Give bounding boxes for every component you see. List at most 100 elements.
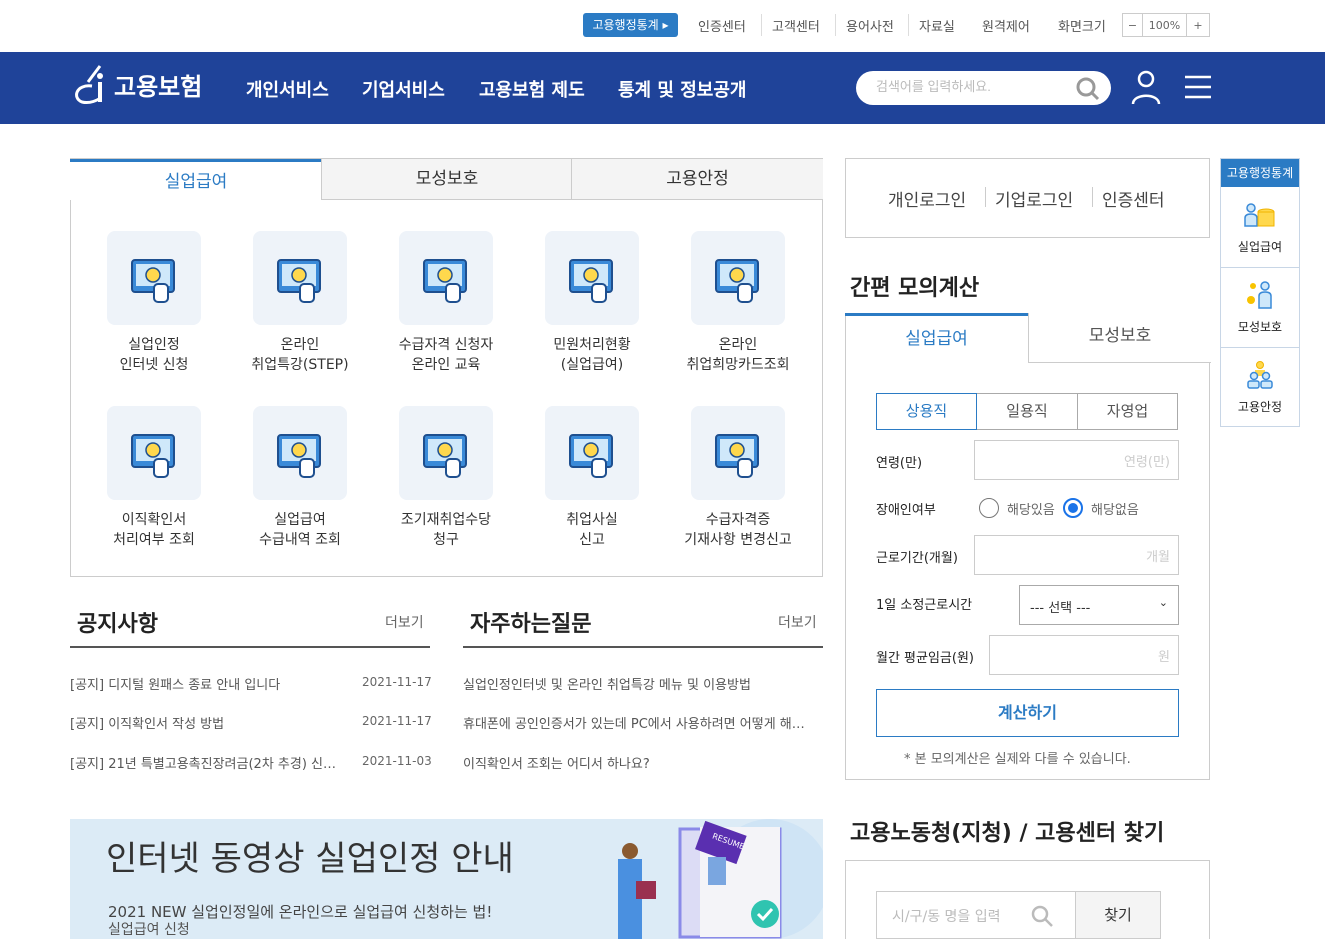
- service-item[interactable]: 취업사실 신고: [522, 406, 662, 550]
- radio-yes[interactable]: [979, 498, 999, 518]
- quick-sidebar: 고용행정통계 실업급여 모성보호 고용안정: [1220, 158, 1300, 427]
- zoom-in-button[interactable]: +: [1187, 14, 1209, 36]
- folder-doc-icon: [545, 231, 639, 325]
- service-item[interactable]: 이직확인서처리여부 조회: [84, 406, 224, 550]
- documents-icon: [107, 406, 201, 500]
- service-label-line1: 실업급여: [274, 512, 326, 528]
- side-item-label: 고용안정: [1237, 400, 1283, 414]
- service-label-line1: 온라인: [718, 337, 758, 353]
- side-item-maternity[interactable]: 모성보호: [1221, 267, 1299, 347]
- service-item[interactable]: 수급자격증 기재사항 변경신고: [668, 406, 808, 550]
- business-login-link[interactable]: 기업로그인: [995, 186, 1073, 211]
- service-item[interactable]: 수급자격 신청자 온라인 교육: [376, 231, 516, 375]
- subtab-daily[interactable]: 일용직: [977, 393, 1078, 430]
- divider: [1092, 187, 1093, 207]
- logo-text: 고용보험: [114, 72, 203, 101]
- hand-money-icon: [399, 406, 493, 500]
- divider: [908, 14, 909, 36]
- link-archive[interactable]: 자료실: [919, 16, 955, 35]
- link-remote-control[interactable]: 원격제어: [982, 16, 1030, 35]
- tab-unemployment[interactable]: 실업급여: [70, 159, 322, 200]
- cert-center-link[interactable]: 인증센터: [1102, 186, 1165, 211]
- notice-item[interactable]: [공지] 디지털 원패스 종료 안내 입니다: [70, 674, 350, 693]
- search-box: [856, 71, 1111, 105]
- mother-heart-icon: [1247, 281, 1272, 309]
- banner-sub2: 실업급여 신청: [108, 922, 190, 938]
- faq-more-link[interactable]: 더보기: [778, 612, 817, 632]
- faq-item[interactable]: 이직확인서 조회는 어디서 하나요?: [463, 753, 818, 772]
- person-coins-icon: [1244, 202, 1275, 227]
- calculate-button[interactable]: 계산하기: [876, 689, 1179, 737]
- employment-stats-button[interactable]: 고용행정통계 ▸: [583, 13, 678, 37]
- card-icon: [691, 231, 785, 325]
- user-icon[interactable]: [1130, 69, 1162, 105]
- wage-input[interactable]: 원: [989, 635, 1179, 675]
- side-item-stability[interactable]: 고용안정: [1221, 347, 1299, 427]
- menu-business[interactable]: 기업서비스: [362, 76, 445, 102]
- side-item-unemployment[interactable]: 실업급여: [1221, 187, 1299, 267]
- service-label-line1: 이직확인서: [121, 512, 187, 528]
- hours-label: 1일 소정근로시간: [876, 598, 973, 613]
- notice-date: 2021-11-03: [362, 754, 432, 768]
- login-box: 개인로그인 기업로그인 인증센터: [845, 158, 1210, 238]
- period-input[interactable]: 개월: [974, 535, 1179, 575]
- monitor-play-icon: [399, 231, 493, 325]
- video-guide-banner[interactable]: 인터넷 동영상 실업인정 안내 2021 NEW 실업인정일에 온라인으로 실업…: [70, 819, 823, 939]
- service-label-line1: 온라인: [280, 337, 320, 353]
- certificate-icon: [691, 406, 785, 500]
- notice-date: 2021-11-17: [362, 714, 432, 728]
- side-item-label: 실업급여: [1237, 239, 1283, 254]
- banner-subtitle: 2021 NEW 실업인정일에 온라인으로 실업급여 신청하는 법!: [108, 903, 493, 921]
- link-glossary[interactable]: 용어사전: [846, 16, 894, 35]
- service-item[interactable]: 실업인정 인터넷 신청: [84, 231, 224, 375]
- faq-item[interactable]: 휴대폰에 공인인증서가 있는데 PC에서 사용하려면 어떻게 해야 하나요?: [463, 713, 805, 732]
- divider: [70, 646, 430, 648]
- calc-tab-unemployment[interactable]: 실업급여: [845, 313, 1028, 363]
- stat-button-label: 고용행정통계: [592, 18, 659, 32]
- service-item[interactable]: 실업급여 수급내역 조회: [230, 406, 370, 550]
- service-item[interactable]: 온라인 취업희망카드조회: [668, 231, 808, 375]
- tab-maternity[interactable]: 모성보호: [321, 159, 572, 200]
- calc-tab-maternity[interactable]: 모성보호: [1028, 313, 1211, 363]
- side-header[interactable]: 고용행정통계: [1221, 159, 1299, 187]
- zoom-out-button[interactable]: −: [1123, 14, 1143, 36]
- link-cert-center[interactable]: 인증센터: [698, 16, 746, 35]
- calc-note: * 본 모의계산은 실제와 다를 수 있습니다.: [904, 752, 1131, 767]
- menu-personal[interactable]: 개인서비스: [246, 76, 329, 102]
- faq-title: 자주하는질문: [470, 612, 592, 637]
- search-icon[interactable]: [1075, 76, 1101, 102]
- link-customer-center[interactable]: 고객센터: [772, 16, 820, 35]
- hamburger-menu-icon[interactable]: [1185, 74, 1211, 100]
- group-people-icon: [1247, 361, 1273, 389]
- zoom-control: − 100% +: [1122, 13, 1210, 37]
- subtab-selfemployed[interactable]: 자영업: [1077, 393, 1178, 430]
- menu-stats[interactable]: 통계 및 정보공개: [618, 76, 746, 102]
- notice-item[interactable]: [공지] 이직확인서 작성 방법: [70, 713, 350, 732]
- hours-select[interactable]: --- 선택 --- ⌄: [1019, 585, 1179, 625]
- office-find-button[interactable]: 찾기: [1075, 891, 1161, 939]
- logo[interactable]: 고용보험: [70, 62, 202, 106]
- video-browser-icon: [253, 231, 347, 325]
- period-label: 근로기간(개월): [876, 551, 958, 566]
- faq-item[interactable]: 실업인정인터넷 및 온라인 취업특강 메뉴 및 이용방법: [463, 674, 818, 693]
- notice-date: 2021-11-17: [362, 675, 432, 689]
- service-item[interactable]: 민원처리현황 (실업급여): [522, 231, 662, 375]
- resume-illustration: RESUME: [618, 819, 823, 939]
- search-input[interactable]: [876, 79, 1066, 94]
- zoom-value: 100%: [1143, 14, 1187, 36]
- office-search-input[interactable]: 시/구/동 명을 입력: [876, 891, 1076, 939]
- service-item[interactable]: 조기재취업수당 청구: [376, 406, 516, 550]
- notice-more-link[interactable]: 더보기: [385, 612, 424, 632]
- service-label-line2: 처리여부 조회: [113, 532, 195, 548]
- personal-login-link[interactable]: 개인로그인: [888, 186, 966, 211]
- service-label-line1: 조기재취업수당: [400, 512, 492, 528]
- menu-system[interactable]: 고용보험 제도: [479, 76, 585, 102]
- subtab-regular[interactable]: 상용직: [876, 393, 977, 430]
- service-item[interactable]: 온라인 취업특강(STEP): [230, 231, 370, 375]
- notice-item[interactable]: [공지] 21년 특별고용촉진장려금(2차 추경) 신청 안내: [70, 753, 345, 772]
- age-input[interactable]: 연령(만): [974, 440, 1179, 480]
- tab-stability[interactable]: 고용안정: [571, 159, 823, 200]
- divider: [761, 14, 762, 36]
- radio-no-selected[interactable]: [1063, 498, 1083, 518]
- radio-no-label: 해당없음: [1091, 503, 1139, 518]
